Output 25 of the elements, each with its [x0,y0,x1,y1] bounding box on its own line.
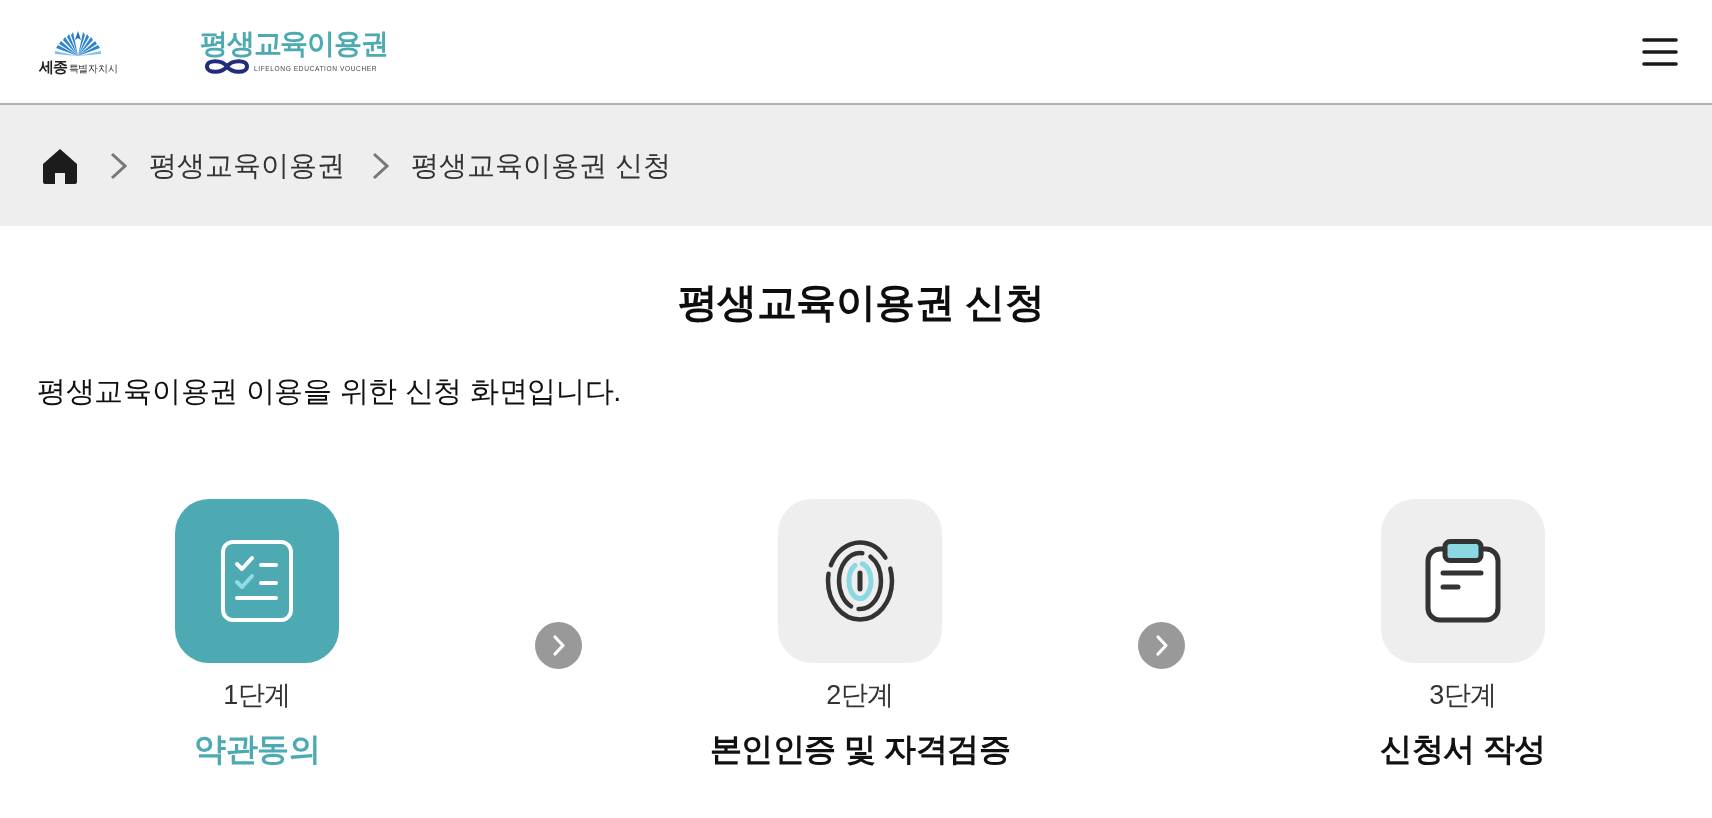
city-suffix: 특별자치시 [68,63,118,75]
page-title: 평생교육이용권 신청 [676,279,1046,326]
step-number: 3단계 [1429,679,1497,712]
infinity-icon [204,57,250,75]
fingerprint-icon [825,540,895,622]
checklist-icon [221,540,293,622]
step-title: 약관동의 [194,730,320,769]
chevron-circle-icon [535,622,582,669]
menu-button[interactable] [1642,37,1678,66]
step-number: 1단계 [223,679,291,712]
city-name: 세종 [38,58,67,75]
clipboard-icon [1425,539,1501,623]
chevron-right-icon [110,151,127,180]
emblem-icon [54,30,102,57]
voucher-logo-title: 평생교육이용권 [200,28,384,59]
home-icon[interactable] [42,147,78,184]
step-title: 신청서 작성 [1380,730,1546,769]
step-number: 2단계 [826,679,894,712]
page-description: 평생교육이용권 이용을 위한 신청 화면입니다. [36,374,623,409]
chevron-right-icon [372,151,389,180]
breadcrumb-link[interactable]: 평생교육이용권 [149,147,345,184]
breadcrumb-link[interactable]: 평생교육이용권 신청 [411,147,671,184]
chevron-circle-icon [1138,622,1185,669]
step-title: 본인인증 및 자격검증 [709,730,1011,769]
menu-icon [1642,37,1678,66]
